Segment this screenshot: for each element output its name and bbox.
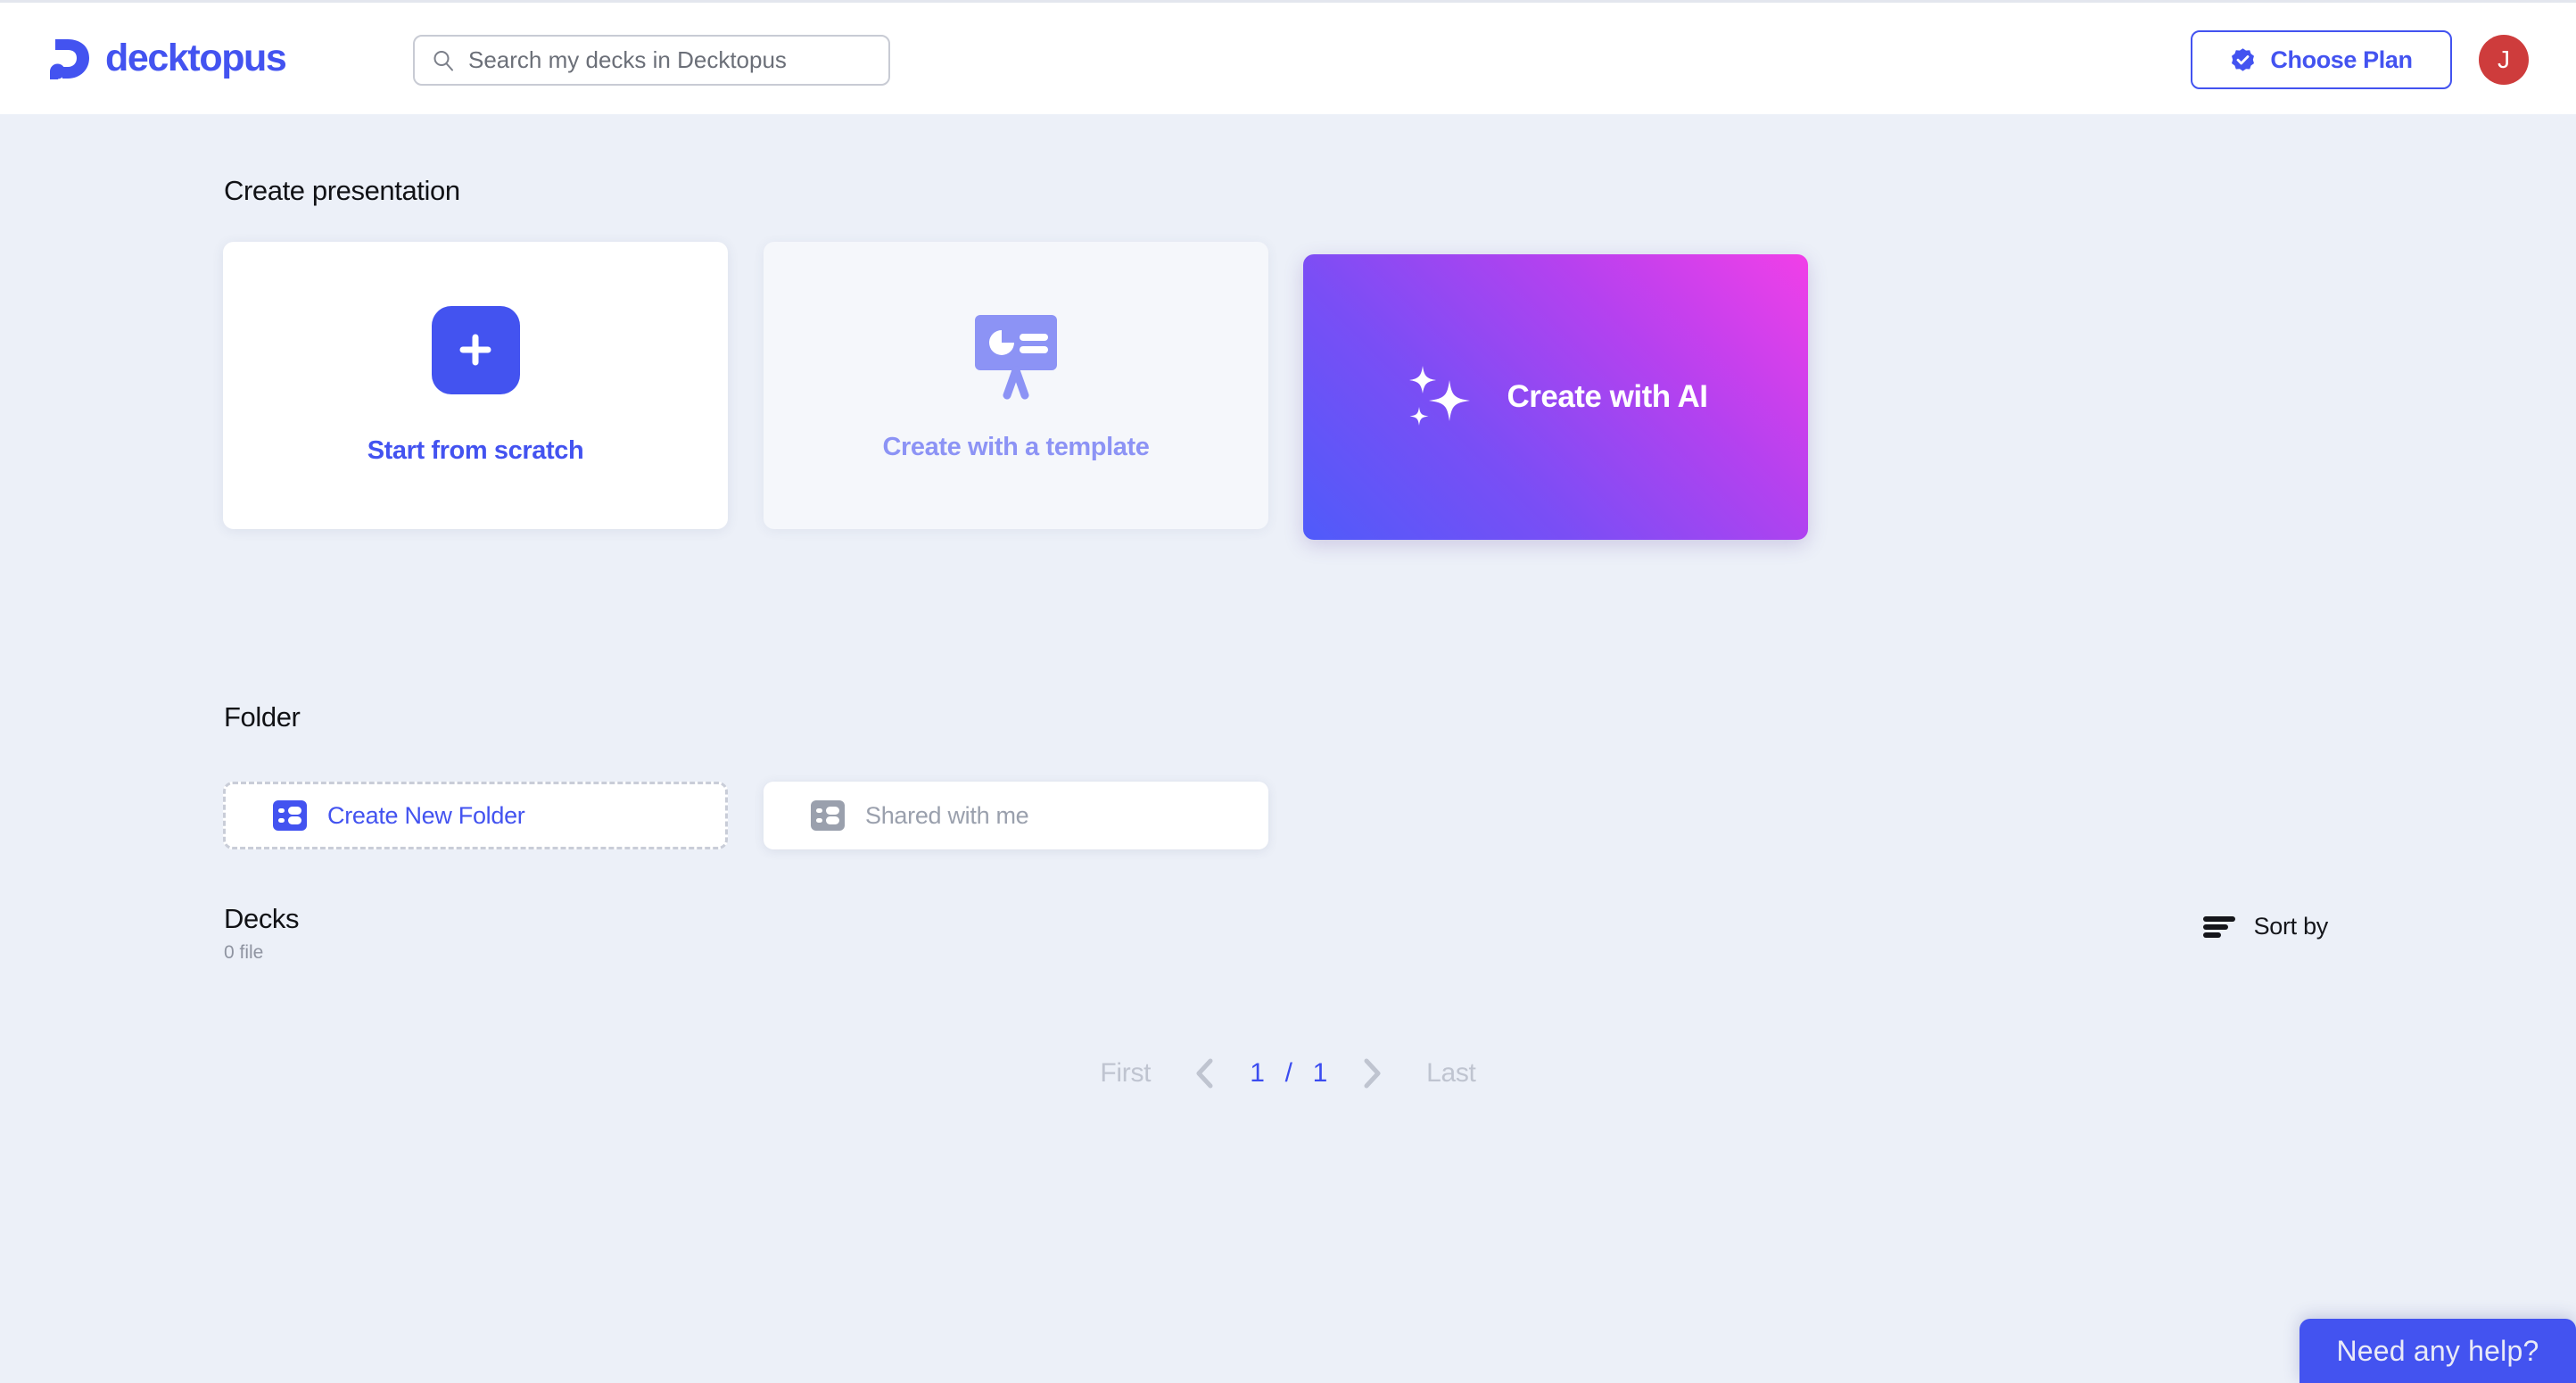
plus-icon-tile <box>431 305 520 394</box>
search-bar[interactable] <box>413 35 890 86</box>
pagination-total-pages: 1 <box>1312 1058 1328 1088</box>
create-with-template-label: Create with a template <box>882 432 1150 461</box>
layout-list-icon <box>273 800 307 831</box>
brand-name: decktopus <box>105 37 287 79</box>
avatar-initial: J <box>2498 46 2510 73</box>
create-with-ai-card[interactable]: Create with AI <box>1303 254 1808 540</box>
create-with-template-card[interactable]: Create with a template <box>764 242 1268 529</box>
avatar[interactable]: J <box>2479 35 2529 85</box>
pagination-current-page[interactable]: 1 <box>1236 1058 1277 1089</box>
pagination-last[interactable]: Last <box>1403 1058 1499 1089</box>
shared-with-me-card[interactable]: Shared with me <box>764 782 1268 849</box>
app-header: decktopus Choose Plan J <box>0 0 2576 114</box>
create-new-folder-card[interactable]: Create New Folder <box>223 782 728 849</box>
help-chat-label: Need any help? <box>2336 1334 2539 1367</box>
sort-by-label: Sort by <box>2253 913 2329 940</box>
layout-list-icon <box>811 800 845 831</box>
start-from-scratch-label: Start from scratch <box>367 435 584 465</box>
sort-lines-icon <box>2202 915 2235 938</box>
decks-heading: Decks <box>224 903 300 934</box>
folder-heading: Folder <box>224 701 301 733</box>
pagination-next-button[interactable] <box>1341 1057 1403 1089</box>
search-icon <box>433 50 453 70</box>
plus-icon <box>459 334 491 366</box>
brand-logo[interactable]: decktopus <box>50 37 287 80</box>
sparkles-icon <box>1409 366 1471 426</box>
pagination-separator: / <box>1284 1058 1292 1088</box>
create-with-ai-label: Create with AI <box>1507 379 1708 414</box>
chevron-left-icon <box>1196 1058 1213 1089</box>
chevron-right-icon <box>1364 1058 1381 1089</box>
pagination-first[interactable]: First <box>1077 1058 1174 1089</box>
verified-badge-icon <box>2232 47 2255 71</box>
start-from-scratch-card[interactable]: Start from scratch <box>223 242 728 529</box>
presentation-board-icon <box>975 314 1057 399</box>
pagination: First 1 / 1 Last <box>0 1057 2576 1089</box>
decks-file-count: 0 file <box>224 942 264 963</box>
pagination-prev-button[interactable] <box>1174 1057 1236 1089</box>
create-new-folder-label: Create New Folder <box>327 801 525 829</box>
choose-plan-button[interactable]: Choose Plan <box>2191 30 2452 89</box>
shared-with-me-label: Shared with me <box>865 801 1029 829</box>
create-presentation-heading: Create presentation <box>224 175 460 206</box>
help-chat-widget[interactable]: Need any help? <box>2299 1319 2576 1383</box>
decktopus-logo-icon <box>50 38 89 79</box>
search-input[interactable] <box>468 46 872 74</box>
sort-by-button[interactable]: Sort by <box>2202 913 2328 940</box>
choose-plan-label: Choose Plan <box>2270 46 2413 73</box>
